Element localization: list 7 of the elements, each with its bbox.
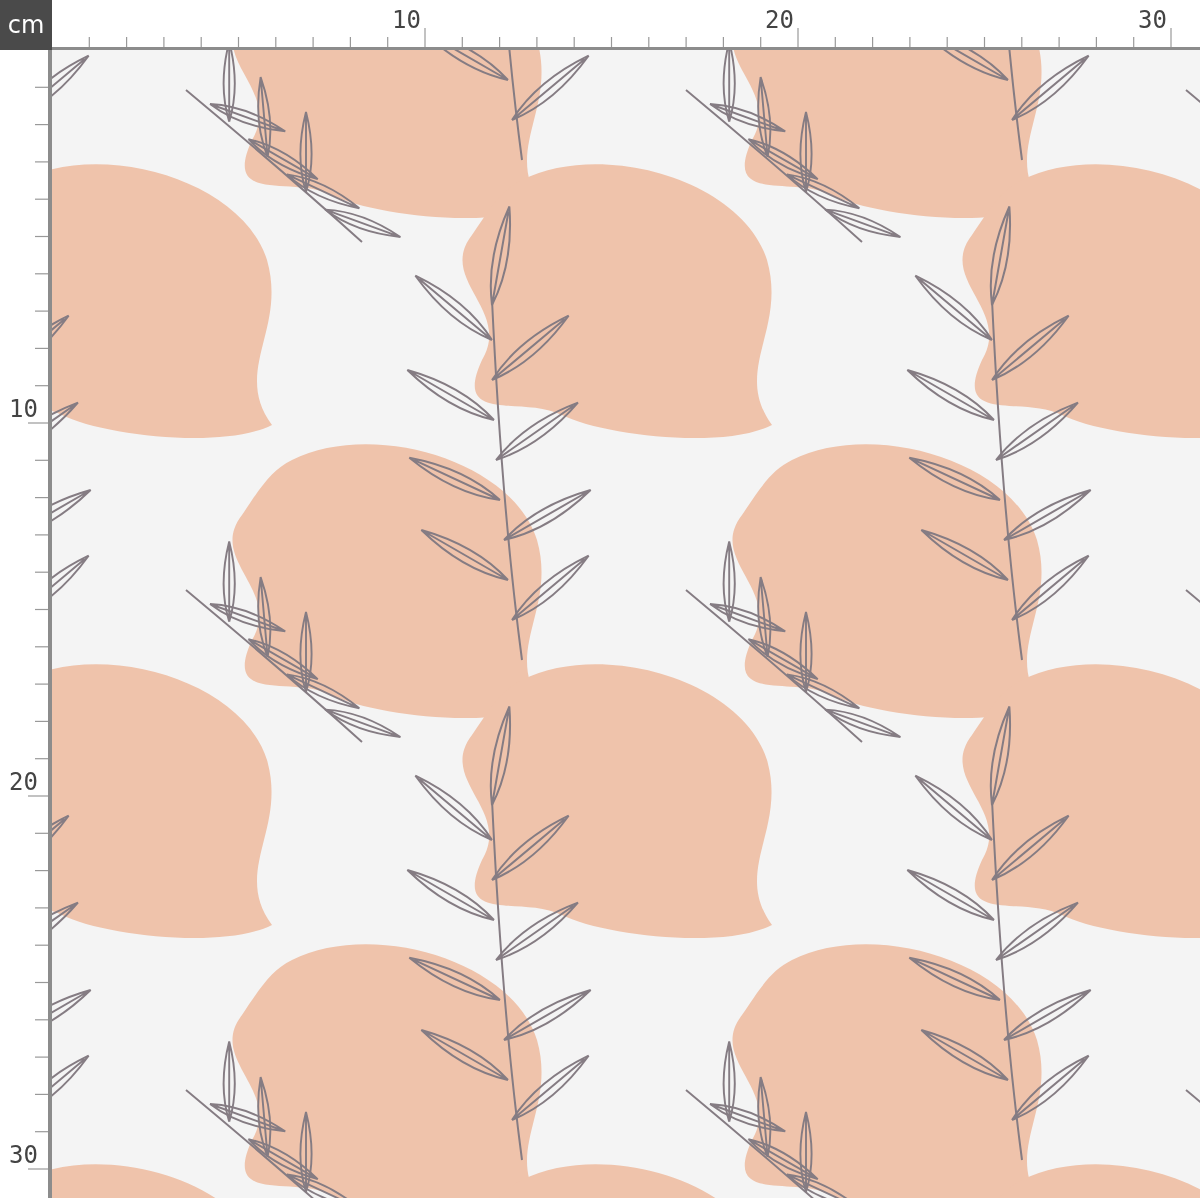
ruler-label: 20 [765, 6, 794, 34]
ruler-label: 10 [9, 395, 38, 423]
ruler-label: 20 [9, 768, 38, 796]
ruler-label: 30 [9, 1141, 38, 1169]
ruler-label: 30 [1138, 6, 1167, 34]
ruler-label: 10 [392, 6, 421, 34]
unit-badge: cm [0, 0, 52, 50]
